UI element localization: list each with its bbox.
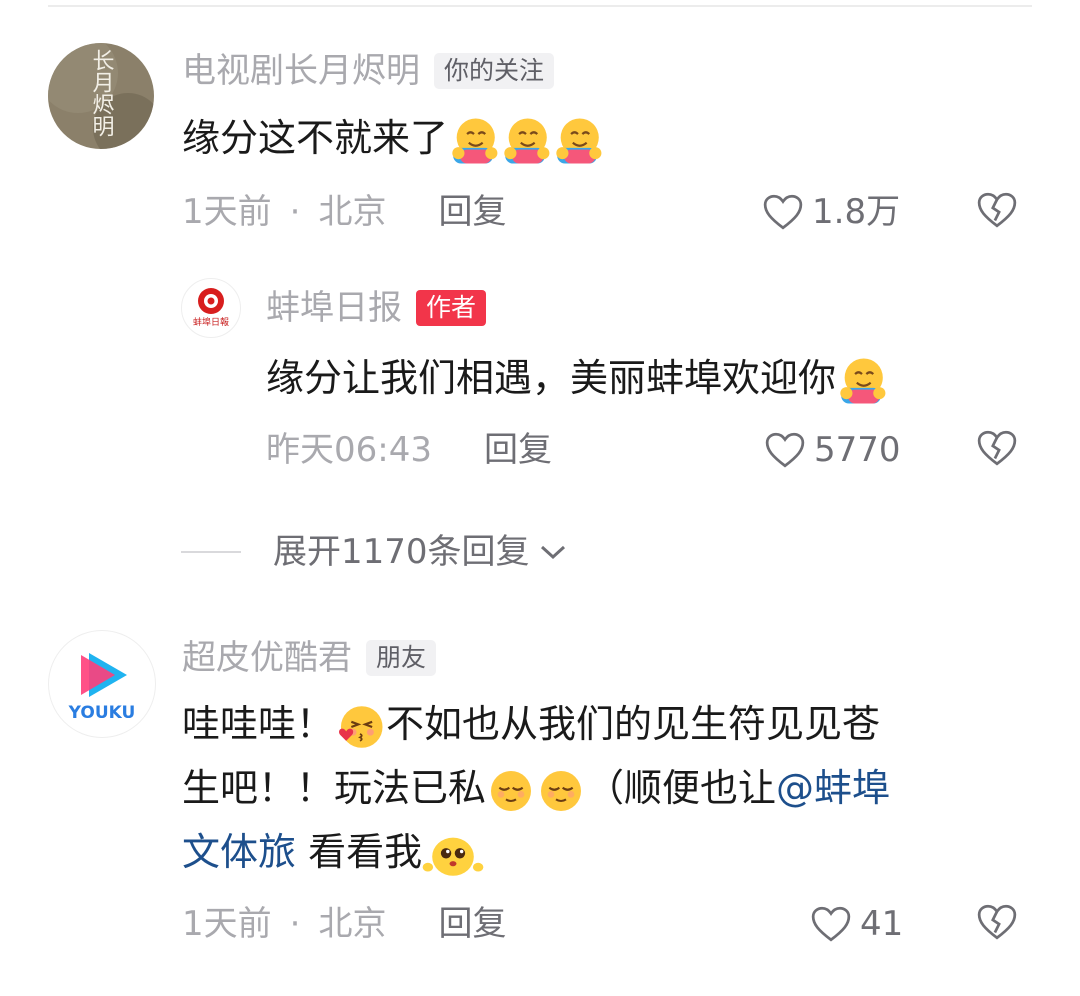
reply-button[interactable]: 回复: [438, 190, 506, 234]
dislike-icon[interactable]: [976, 429, 1018, 467]
relieved-face-icon: [486, 766, 536, 816]
heart-icon: [810, 905, 852, 943]
heart-icon: [762, 193, 804, 231]
reply-meta: 昨天06:43 回复: [266, 428, 552, 472]
comment-text-line: 文体旅 看看我: [182, 820, 1032, 884]
hugging-face-icon: [836, 355, 888, 407]
comment-text-content: 缘分这不就来了: [182, 116, 449, 160]
text-segment: 看看我: [296, 830, 423, 874]
relieved-face-icon: [536, 766, 586, 816]
reply-button[interactable]: 回复: [438, 902, 506, 946]
dislike-icon[interactable]: [976, 903, 1018, 941]
author-tag: 作者: [416, 290, 487, 326]
reply-avatar[interactable]: 蚌埠日報: [181, 278, 241, 338]
comment-header: 电视剧长月烬明 你的关注: [182, 49, 555, 93]
like-count: 41: [860, 904, 904, 944]
like-count: 1.8万: [812, 192, 901, 232]
reply-text: 缘分让我们相遇，美丽蚌埠欢迎你: [266, 346, 888, 410]
reply-header: 蚌埠日报 作者: [266, 286, 487, 330]
reply-button[interactable]: 回复: [484, 428, 552, 472]
reply-avatar-text: 蚌埠日報: [193, 316, 229, 328]
hugging-face-icon: [448, 115, 500, 167]
reply-like-count: 5770: [814, 430, 901, 470]
meta-separator: ·: [289, 192, 301, 232]
comment-meta: 1天前 · 北京 回复: [182, 190, 506, 234]
comment-location: 北京: [318, 904, 387, 944]
username[interactable]: 电视剧长月烬明: [182, 49, 420, 93]
text-segment: 不如也从我们的见生符见见苍: [386, 702, 881, 746]
comment-text: 缘分这不就来了: [182, 106, 604, 170]
text-segment: 哇哇哇！: [182, 702, 335, 746]
reply-text-content: 缘分让我们相遇，美丽蚌埠欢迎你: [266, 356, 837, 400]
reply-like-button[interactable]: 5770: [764, 428, 901, 472]
like-button[interactable]: 41: [810, 902, 903, 946]
expand-replies[interactable]: 展开1170条回复: [181, 530, 568, 574]
comment-time: 1天前: [182, 192, 272, 232]
follow-tag: 你的关注: [434, 53, 555, 89]
comment-meta: 1天前 · 北京 回复: [182, 902, 506, 946]
hugging-face-icon: [500, 115, 552, 167]
heart-icon: [764, 431, 806, 469]
comment-time: 1天前: [182, 904, 272, 944]
top-divider: [48, 5, 1032, 7]
comment-header: 超皮优酷君 朋友: [182, 636, 437, 680]
comment-text-line: 生吧！！玩法已私 （顺便也让@蚌埠: [182, 756, 1032, 820]
kissing-face-icon: [334, 701, 386, 753]
hugging-face-icon: [552, 115, 604, 167]
like-button[interactable]: 1.8万: [762, 190, 900, 234]
chevron-down-icon: [540, 545, 565, 560]
text-segment: （顺便也让: [586, 766, 777, 810]
expand-replies-label: 展开1170条回复: [273, 532, 530, 572]
dislike-icon[interactable]: [976, 191, 1018, 229]
expand-line: [181, 551, 241, 553]
pleading-face-icon: [422, 829, 484, 881]
avatar-text: 长月烬明: [89, 49, 115, 137]
mention-link[interactable]: @蚌埠: [776, 766, 890, 810]
reply-time: 昨天06:43: [266, 430, 432, 470]
meta-separator: ·: [289, 904, 301, 944]
comment-text-line: 哇哇哇！ 不如也从我们的见生符见见苍: [182, 692, 1032, 756]
comment-text: 哇哇哇！ 不如也从我们的见生符见见苍 生吧！！玩法已私 （顺便也让@蚌埠 文体旅 看…: [182, 692, 1032, 884]
avatar-text: YOUKU: [68, 703, 136, 723]
friend-tag: 朋友: [366, 640, 437, 676]
text-segment: 生吧！！玩法已私: [182, 766, 487, 810]
comment-location: 北京: [318, 192, 387, 232]
avatar[interactable]: 长月烬明: [48, 43, 154, 149]
reply-username[interactable]: 蚌埠日报: [266, 286, 402, 330]
avatar[interactable]: YOUKU: [48, 630, 156, 738]
mention-link[interactable]: 文体旅: [182, 830, 296, 874]
username[interactable]: 超皮优酷君: [182, 636, 352, 680]
